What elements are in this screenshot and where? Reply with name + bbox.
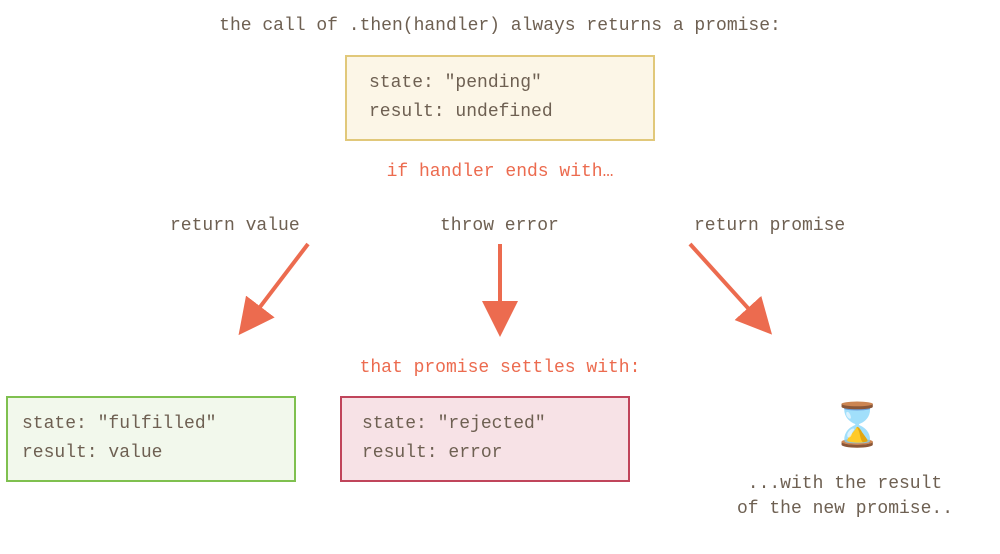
branch-return-promise: return promise xyxy=(694,216,845,236)
rejected-state-box: state: "rejected" result: error xyxy=(340,396,630,482)
handler-ends-label: if handler ends with… xyxy=(0,162,1000,182)
arrow-return-value xyxy=(244,244,308,328)
new-promise-line1: ...with the result xyxy=(700,472,990,497)
settles-label: that promise settles with: xyxy=(0,358,1000,378)
branch-return-value: return value xyxy=(170,216,300,236)
fulfilled-result-line: result: value xyxy=(22,439,280,468)
new-promise-result-text: ...with the result of the new promise.. xyxy=(700,472,990,522)
hourglass-icon: ⌛ xyxy=(831,407,883,449)
pending-state-box: state: "pending" result: undefined xyxy=(345,55,655,141)
branch-throw-error: throw error xyxy=(440,216,559,236)
new-promise-line2: of the new promise.. xyxy=(700,497,990,522)
rejected-state-line: state: "rejected" xyxy=(362,410,608,439)
arrow-return-promise xyxy=(690,244,766,328)
pending-state-line: state: "pending" xyxy=(369,69,631,98)
pending-result-line: result: undefined xyxy=(369,98,631,127)
rejected-result-line: result: error xyxy=(362,439,608,468)
fulfilled-state-box: state: "fulfilled" result: value xyxy=(6,396,296,482)
diagram-title: the call of .then(handler) always return… xyxy=(0,16,1000,36)
fulfilled-state-line: state: "fulfilled" xyxy=(22,410,280,439)
